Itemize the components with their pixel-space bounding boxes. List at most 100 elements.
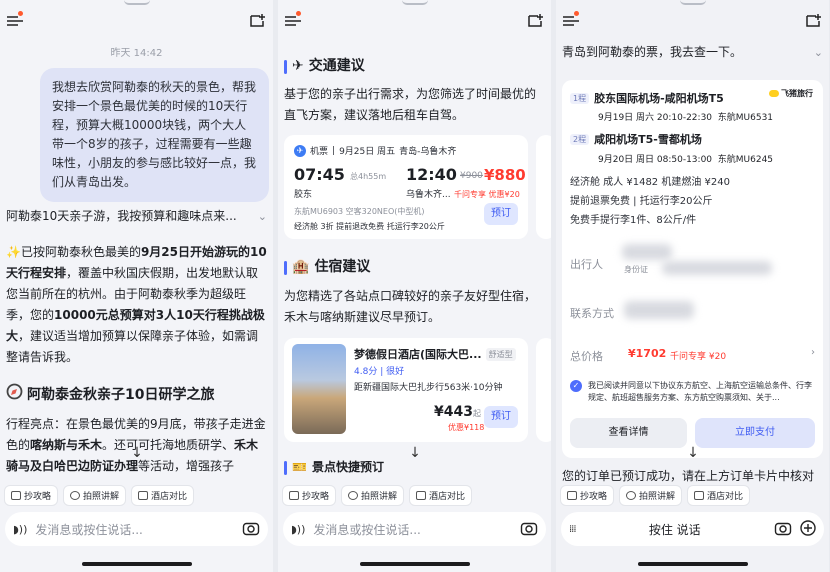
arrival-airport: 乌鲁木齐... xyxy=(406,190,451,200)
chevron-down-icon[interactable]: ⌄ xyxy=(258,206,267,227)
home-indicator xyxy=(637,562,748,566)
chip-hotel-compare[interactable]: 酒店对比 xyxy=(131,485,195,506)
flight-duration: 总4h55m xyxy=(350,172,387,181)
pay-now-button[interactable]: 立即支付 xyxy=(695,418,815,448)
chip-hotel-compare[interactable]: 酒店对比 xyxy=(409,485,473,506)
ticket-icon: 🎫 xyxy=(292,460,307,474)
id-number-redacted xyxy=(662,261,772,275)
leg1-time: 9月19日 周六 20:10-22:30 东航MU6531 xyxy=(598,113,774,123)
hotel-book-button[interactable]: 预订 xyxy=(484,406,518,428)
answer-summary: 阿勒泰10天亲子游，我按预算和趣味点来... xyxy=(6,209,237,223)
id-label: 身份证 xyxy=(624,265,648,274)
new-chat-icon[interactable] xyxy=(805,13,823,27)
departure-time: 07:45 xyxy=(294,165,345,184)
chip-strategy[interactable]: 抄攻略 xyxy=(560,485,615,506)
order-success-text: 您的订单已预订成功，请在上方订单卡片中核对 xyxy=(562,469,815,483)
home-indicator xyxy=(359,562,470,566)
original-price: ¥900 xyxy=(460,171,483,181)
transport-section-title: ✈ 交通建议 xyxy=(284,56,545,77)
camera-icon[interactable] xyxy=(242,520,260,539)
passenger-label: 出行人 xyxy=(570,258,603,271)
airline-info: 东航MU6903 空客320NEO(中型机) xyxy=(294,207,425,216)
leg1-tag: 1程 xyxy=(570,92,590,104)
menu-icon[interactable] xyxy=(6,11,24,27)
airplane-icon: ✈ xyxy=(292,58,304,74)
new-chat-icon[interactable] xyxy=(527,13,545,27)
scroll-down-icon[interactable]: ↓ xyxy=(128,444,146,462)
chip-photo-explain[interactable]: 拍照讲解 xyxy=(619,485,683,506)
leg1-route: 胶东国际机场-咸阳机场T5 xyxy=(594,92,724,105)
flight-icon: ✈ xyxy=(294,144,306,157)
quick-chips: 抄攻略 拍照讲解 酒店对比 xyxy=(560,485,751,506)
message-input-bar[interactable]: ⁞⁞⁞ 按住 说话 xyxy=(561,512,824,546)
chip-strategy[interactable]: 抄攻略 xyxy=(4,485,59,506)
flight-book-button[interactable]: 预订 xyxy=(484,203,518,225)
home-indicator xyxy=(81,562,192,566)
leg2-tag: 2程 xyxy=(570,133,590,145)
total-price: ¥1702 xyxy=(628,347,667,360)
view-details-button[interactable]: 查看详情 xyxy=(570,418,687,448)
chip-photo-explain[interactable]: 拍照讲解 xyxy=(341,485,405,506)
scroll-down-icon[interactable]: ↓ xyxy=(684,444,702,462)
quick-chips: 抄攻略 拍照讲解 酒店对比 xyxy=(4,485,195,506)
leg2-route: 咸阳机场T5-雪都机场 xyxy=(594,133,702,146)
camera-icon xyxy=(348,491,359,500)
hotel-icon xyxy=(138,491,149,500)
hold-to-talk-button[interactable]: 按住 说话 xyxy=(576,521,774,538)
hotel-card[interactable]: 梦德假日酒店(国际大巴... 舒适型 4.8分 | 很好 距新疆国际大巴扎步行5… xyxy=(284,338,528,442)
chat-panel-1: 昨天 14:42 我想去欣赏阿勒泰的秋天的景色，帮我安排一个景色最优美的时候的1… xyxy=(0,0,273,572)
voice-icon[interactable]: ◗)) xyxy=(13,523,27,536)
message-input-bar[interactable]: ◗)) 发消息或按住说话... xyxy=(283,512,546,546)
chat-panel-3: 青岛到阿勒泰的票，我去查一下。 ⌄ 飞猪旅行 1程 胶东国际机场-咸阳机场T5 … xyxy=(556,0,829,572)
message-input-bar[interactable]: ◗)) 发消息或按住说话... xyxy=(5,512,268,546)
camera-icon[interactable] xyxy=(774,520,792,539)
agreement-row[interactable]: ✓ 我已阅读并同意以下协议东方航空、上海航空运输总条件、行李规定、航班超售服务方… xyxy=(570,380,813,404)
notification-dot xyxy=(18,11,23,16)
total-promo: 千问专享 ¥20 xyxy=(670,352,727,362)
hotel-discount: 优惠¥118 xyxy=(448,423,485,432)
menu-icon[interactable] xyxy=(284,11,302,27)
next-hotel-card-peek[interactable] xyxy=(536,338,551,442)
order-card: 飞猪旅行 1程 胶东国际机场-咸阳机场T5 9月19日 周六 20:10-22:… xyxy=(562,80,823,458)
promo-label: 千问专享 优惠¥20 xyxy=(454,190,520,199)
fliggy-badge: 飞猪旅行 xyxy=(769,88,813,99)
flight-card[interactable]: ✈ 机票 | 9月25日 周五 青岛-乌鲁木齐 07:45 总4h55m 12:40 … xyxy=(284,135,528,239)
chevron-down-icon[interactable]: ⌄ xyxy=(814,42,823,63)
user-message-bubble: 我想去欣赏阿勒泰的秋天的景色，帮我安排一个景色最优美的时候的10天行程，预算大概… xyxy=(40,68,269,202)
checkbox-checked-icon[interactable]: ✓ xyxy=(570,380,582,392)
flight-price: ¥880 xyxy=(484,166,526,184)
sheet-grabber[interactable] xyxy=(401,0,428,5)
message-input[interactable]: 发消息或按住说话... xyxy=(35,521,242,538)
answer-paragraph: ✨已按阿勒泰秋色最美的9月25日开始游玩的10天行程安排，覆盖中秋国庆假期，出发… xyxy=(6,245,267,364)
notification-dot xyxy=(574,11,579,16)
hotel-icon xyxy=(694,491,705,500)
menu-icon[interactable] xyxy=(562,11,580,27)
chip-photo-explain[interactable]: 拍照讲解 xyxy=(63,485,127,506)
chip-hotel-compare[interactable]: 酒店对比 xyxy=(687,485,751,506)
sheet-grabber[interactable] xyxy=(123,0,150,5)
agreement-text: 我已阅读并同意以下协议东方航空、上海航空运输总条件、行李规定、航班超售服务方案、… xyxy=(588,381,812,402)
timestamp: 昨天 14:42 xyxy=(110,48,163,59)
hotel-rating: 4.8分 | 很好 xyxy=(354,367,405,377)
plus-icon[interactable] xyxy=(800,519,816,539)
refund-rule: 提前退票免费 | 托运行李20公斤 xyxy=(570,196,713,207)
hotel-icon xyxy=(416,491,427,500)
copy-icon xyxy=(289,491,299,500)
guide-title: 阿勒泰金秋亲子10日研学之旅 xyxy=(27,386,215,403)
chevron-right-icon[interactable]: › xyxy=(811,347,815,358)
next-flight-card-peek[interactable] xyxy=(536,135,551,239)
copy-icon xyxy=(11,491,21,500)
departure-airport: 胶东 xyxy=(294,190,313,200)
voice-icon[interactable]: ◗)) xyxy=(291,523,305,536)
guide-title-row: 阿勒泰金秋亲子10日研学之旅 xyxy=(6,383,267,407)
new-chat-icon[interactable] xyxy=(249,13,267,27)
message-input[interactable]: 发消息或按住说话... xyxy=(313,521,520,538)
baggage-rule: 免费手提行李1件、8公斤/件 xyxy=(570,215,697,226)
contact-redacted xyxy=(624,301,694,319)
camera-icon xyxy=(626,491,637,500)
contact-label: 联系方式 xyxy=(570,307,614,320)
camera-icon[interactable] xyxy=(520,520,538,539)
sheet-grabber[interactable] xyxy=(679,0,706,5)
answer-summary-row[interactable]: 阿勒泰10天亲子游，我按预算和趣味点来... ⌄ xyxy=(6,206,267,227)
chip-strategy[interactable]: 抄攻略 xyxy=(282,485,337,506)
